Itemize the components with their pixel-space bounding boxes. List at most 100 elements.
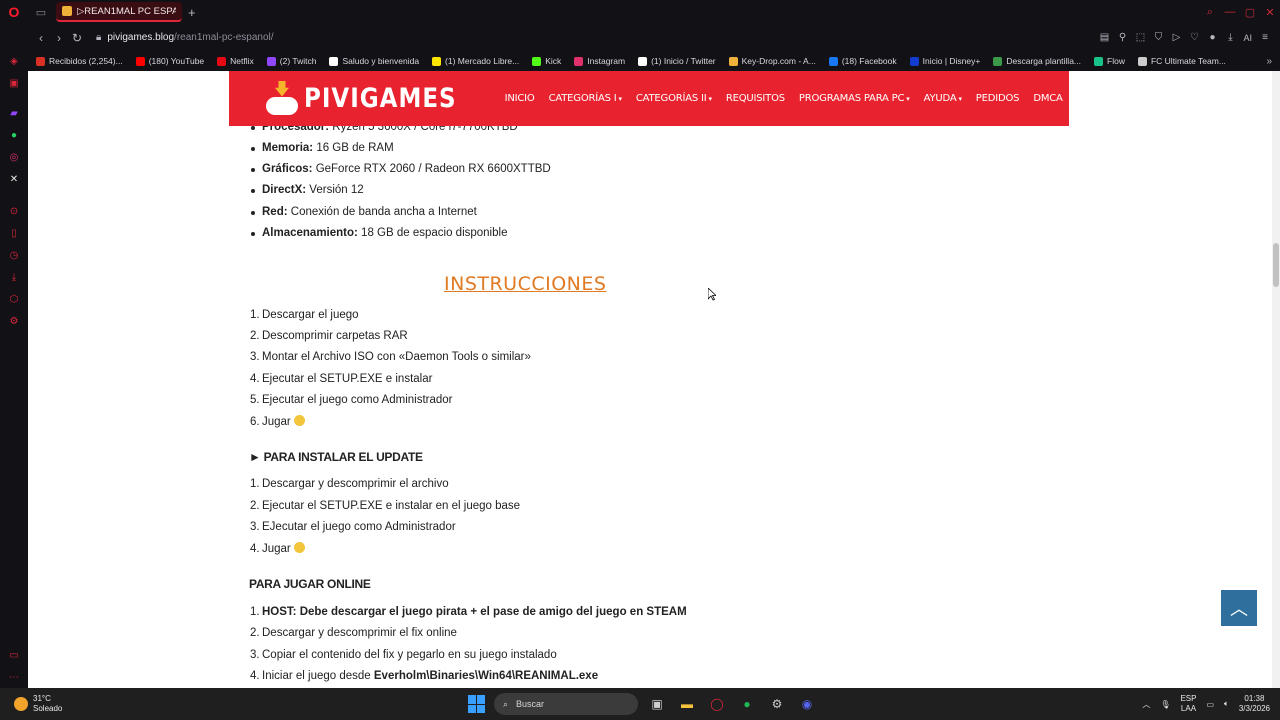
bookmark-item[interactable]: (18) Facebook — [828, 56, 897, 66]
bookmark-favicon-icon — [574, 56, 584, 66]
player-icon[interactable]: ▷ — [1171, 32, 1181, 43]
steam-icon[interactable]: ⚙ — [766, 693, 788, 715]
bookmark-item[interactable]: Saludo y bienvenida — [329, 56, 419, 66]
bookmark-item[interactable]: FC Ultimate Team... — [1137, 56, 1226, 66]
browser-menu-icon[interactable]: ≡ — [1260, 32, 1270, 43]
tray-chevron-icon[interactable]: ︿ — [1142, 699, 1150, 710]
online-heading: PARA JUGAR ONLINE — [249, 577, 371, 591]
opera-gx-icon[interactable]: ◯ — [706, 693, 728, 715]
list-item-text: Descargar el juego — [262, 309, 359, 321]
sidebar-history-icon[interactable]: ◷ — [8, 249, 20, 261]
opera-menu-icon[interactable]: O — [0, 0, 28, 24]
list-item-bold-text: Everholm\Binaries\Win64\REANIMAL.exe — [373, 670, 599, 682]
bookmark-item[interactable]: Inicio | Disney+ — [909, 56, 980, 66]
bookmark-item[interactable]: Instagram — [574, 56, 625, 66]
download-icon[interactable]: ⤓ — [1225, 32, 1235, 43]
weather-widget[interactable]: 31°C Soleado — [14, 694, 62, 714]
bookmark-item[interactable]: Recibidos (2,254)... — [36, 56, 123, 66]
bookmarks-more-icon[interactable]: » — [1266, 56, 1272, 67]
sidebar-twitch-icon[interactable]: ▰ — [8, 107, 20, 119]
bookmark-item[interactable]: (1) Mercado Libre... — [432, 56, 519, 66]
requirement-item: Gráficos: GeForce RTX 2060 / Radeon RX 6… — [251, 163, 551, 175]
taskbar-search[interactable]: ⌕ Buscar — [494, 693, 638, 715]
menu-item[interactable]: AYUDA ▾ — [924, 93, 962, 104]
sidebar-more-icon[interactable]: ⋯ — [8, 671, 20, 683]
sidebar-settings-icon[interactable]: ⚙ — [8, 315, 20, 327]
spotify-icon[interactable]: ● — [736, 693, 758, 715]
language-indicator[interactable]: ESP LAA — [1180, 694, 1196, 714]
scrollbar-thumb[interactable] — [1273, 243, 1279, 287]
menu-item[interactable]: DMCA — [1033, 93, 1063, 104]
sidebar-pinboard-icon[interactable]: ▯ — [8, 227, 20, 239]
lock-icon[interactable]: 🔒︎ — [96, 32, 101, 43]
url-field[interactable]: pivigames.blog/rean1mal-pc-espanol/ — [107, 32, 273, 43]
sidebar-gx-corner-icon[interactable]: ▭ — [8, 649, 20, 661]
new-tab-button[interactable]: + — [188, 5, 196, 20]
microphone-icon[interactable]: 🎙︎ — [1160, 700, 1170, 709]
volume-icon[interactable]: 🔈︎ — [1224, 699, 1229, 709]
minimize-button[interactable]: — — [1220, 0, 1240, 24]
bookmark-item[interactable]: (1) Inicio / Twitter — [638, 56, 716, 66]
bookmark-item[interactable]: Kick — [532, 56, 561, 66]
menu-item-label: PEDIDOS — [975, 93, 1020, 104]
sidebar-x-icon[interactable]: ✕ — [8, 173, 20, 185]
site-search-icon[interactable]: ⌕ — [1102, 91, 1109, 107]
close-window-button[interactable]: ✕ — [1260, 0, 1280, 24]
forward-button[interactable]: › — [50, 31, 68, 45]
bookmark-label: Recibidos (2,254)... — [49, 56, 123, 66]
back-button[interactable]: ‹ — [32, 31, 50, 45]
snapshot-icon[interactable]: ⬚ — [1135, 32, 1145, 43]
bookmark-item[interactable]: (2) Twitch — [266, 56, 316, 66]
menu-item-label: PROGRAMAS PARA PC — [798, 93, 905, 104]
menu-item[interactable]: REQUISITOS — [726, 93, 785, 104]
menu-item[interactable]: PROGRAMAS PARA PC ▾ — [799, 93, 910, 104]
heart-icon[interactable]: ♡ — [1189, 32, 1199, 43]
scroll-to-top-button[interactable]: ︿ — [1221, 590, 1257, 626]
sidebar-downloads-icon[interactable]: ⤓ — [8, 271, 20, 283]
sidebar-aria-icon[interactable]: ◈ — [8, 55, 20, 67]
bookmark-item[interactable]: Flow — [1094, 56, 1125, 66]
sidebar-player-icon[interactable]: ⊙ — [8, 205, 20, 217]
pin-icon[interactable]: ⚲ — [1117, 32, 1127, 43]
menu-item[interactable]: PEDIDOS — [976, 93, 1020, 104]
menu-item[interactable]: CATEGORÍAS I ▾ — [549, 93, 622, 104]
page-scrollbar[interactable] — [1272, 71, 1280, 688]
maximize-button[interactable]: ▢ — [1240, 0, 1260, 24]
file-explorer-icon[interactable]: ▬ — [676, 693, 698, 715]
sidebar-gx-icon[interactable]: ▣ — [8, 77, 20, 89]
sidebar-whatsapp-icon[interactable]: ● — [8, 129, 20, 141]
tab-bar: O ▭ ▷REAN1MAL PC ESPAÑOL + ⌕ — ▢ ✕ — [0, 0, 1280, 24]
dark-mode-icon[interactable]: ☾ — [1077, 91, 1089, 107]
discord-icon[interactable]: ◉ — [796, 693, 818, 715]
network-icon[interactable]: ▭ — [1206, 700, 1214, 709]
site-logo[interactable]: PIVIGAMES — [266, 80, 457, 117]
chevron-down-icon: ▾ — [708, 95, 713, 103]
bookmark-favicon-icon — [532, 56, 542, 66]
bookmark-label: Kick — [545, 56, 562, 66]
task-view-icon[interactable]: ▣ — [646, 693, 668, 715]
bookmark-item[interactable]: Key-Drop.com - A... — [728, 56, 816, 66]
ai-button[interactable]: AI — [1243, 33, 1252, 43]
bookmark-label: Flow — [1107, 56, 1125, 66]
browser-tab-active[interactable]: ▷REAN1MAL PC ESPAÑOL — [56, 2, 182, 22]
bookmark-favicon-icon — [1094, 56, 1104, 66]
menu-item-label: CATEGORÍAS II — [635, 93, 707, 104]
bookmark-item[interactable]: Netflix — [217, 56, 254, 66]
clock[interactable]: 01:38 3/3/2026 — [1239, 694, 1270, 714]
search-tabs-icon[interactable]: ⌕ — [1200, 0, 1220, 24]
sidebar-instagram-icon[interactable]: ◎ — [8, 151, 20, 163]
tab-islands-icon[interactable]: ▭ — [28, 0, 54, 24]
menu-item[interactable]: CATEGORÍAS II ▾ — [636, 93, 712, 104]
reload-button[interactable]: ↻ — [68, 31, 86, 45]
menu-item[interactable]: INICIO — [505, 93, 535, 104]
shield-icon[interactable]: ⛉ — [1153, 32, 1163, 43]
sidebar-extensions-icon[interactable]: ⬡ — [8, 293, 20, 305]
profile-icon[interactable]: ● — [1207, 32, 1217, 43]
list-item-text: EJecutar el juego como Administrador — [262, 521, 456, 533]
start-button[interactable] — [468, 695, 486, 713]
bookmark-item[interactable]: Descarga plantilla... — [993, 56, 1081, 66]
menu-item-label: CATEGORÍAS I — [548, 93, 617, 104]
reader-icon[interactable]: ▤ — [1099, 32, 1109, 43]
list-item-text: Descargar y descomprimir el archivo — [262, 478, 449, 490]
bookmark-item[interactable]: (180) YouTube — [135, 56, 204, 66]
